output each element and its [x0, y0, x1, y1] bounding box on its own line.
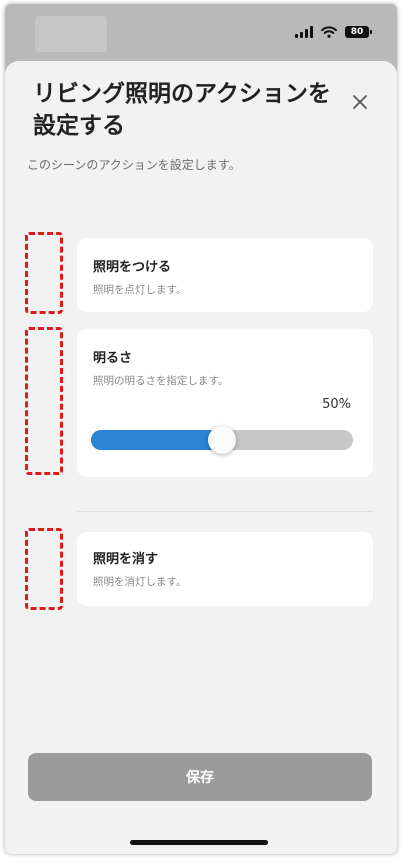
action-title: 照明をつける — [93, 260, 172, 275]
sheet-title: リビング照明のアクションを設定する — [33, 81, 331, 139]
action-card-brightness[interactable]: 明るさ 照明の明るさを指定します。 50% — [77, 329, 373, 477]
divider — [77, 511, 373, 512]
status-icons: 80 — [295, 26, 372, 38]
brightness-slider[interactable] — [91, 426, 353, 454]
action-title: 明るさ — [93, 351, 133, 366]
status-time-area — [35, 16, 107, 52]
slider-fill — [91, 430, 222, 450]
slider-thumb[interactable] — [208, 426, 236, 454]
brightness-value: 50% — [322, 397, 351, 412]
sheet-subtitle: このシーンのアクションを設定します。 — [27, 158, 241, 172]
action-card-light-off[interactable]: 照明を消す 照明を消灯します。 — [77, 532, 373, 606]
close-icon — [353, 95, 367, 109]
action-settings-sheet: リビング照明のアクションを設定する このシーンのアクションを設定します。 照明を… — [5, 61, 397, 854]
battery-level: 80 — [350, 26, 364, 37]
action-title: 照明を消す — [93, 552, 159, 567]
drop-slot-brightness[interactable] — [25, 327, 63, 475]
wifi-icon — [321, 26, 337, 38]
cellular-signal-icon — [295, 26, 313, 38]
save-button[interactable]: 保存 — [28, 753, 372, 801]
drop-slot-light-off[interactable] — [25, 528, 63, 610]
phone-screen: 80 リビング照明のアクションを設定する このシーンのアクションを設定します。 … — [5, 4, 397, 854]
action-card-light-on[interactable]: 照明をつける 照明を点灯します。 — [77, 238, 373, 312]
battery-icon: 80 — [345, 26, 372, 38]
close-button[interactable] — [348, 90, 372, 114]
home-indicator — [130, 840, 268, 845]
status-bar: 80 — [5, 4, 397, 62]
action-description: 照明の明るさを指定します。 — [93, 375, 229, 387]
action-description: 照明を消灯します。 — [93, 576, 187, 588]
drop-slot-light-on[interactable] — [25, 232, 63, 314]
action-description: 照明を点灯します。 — [93, 284, 187, 296]
